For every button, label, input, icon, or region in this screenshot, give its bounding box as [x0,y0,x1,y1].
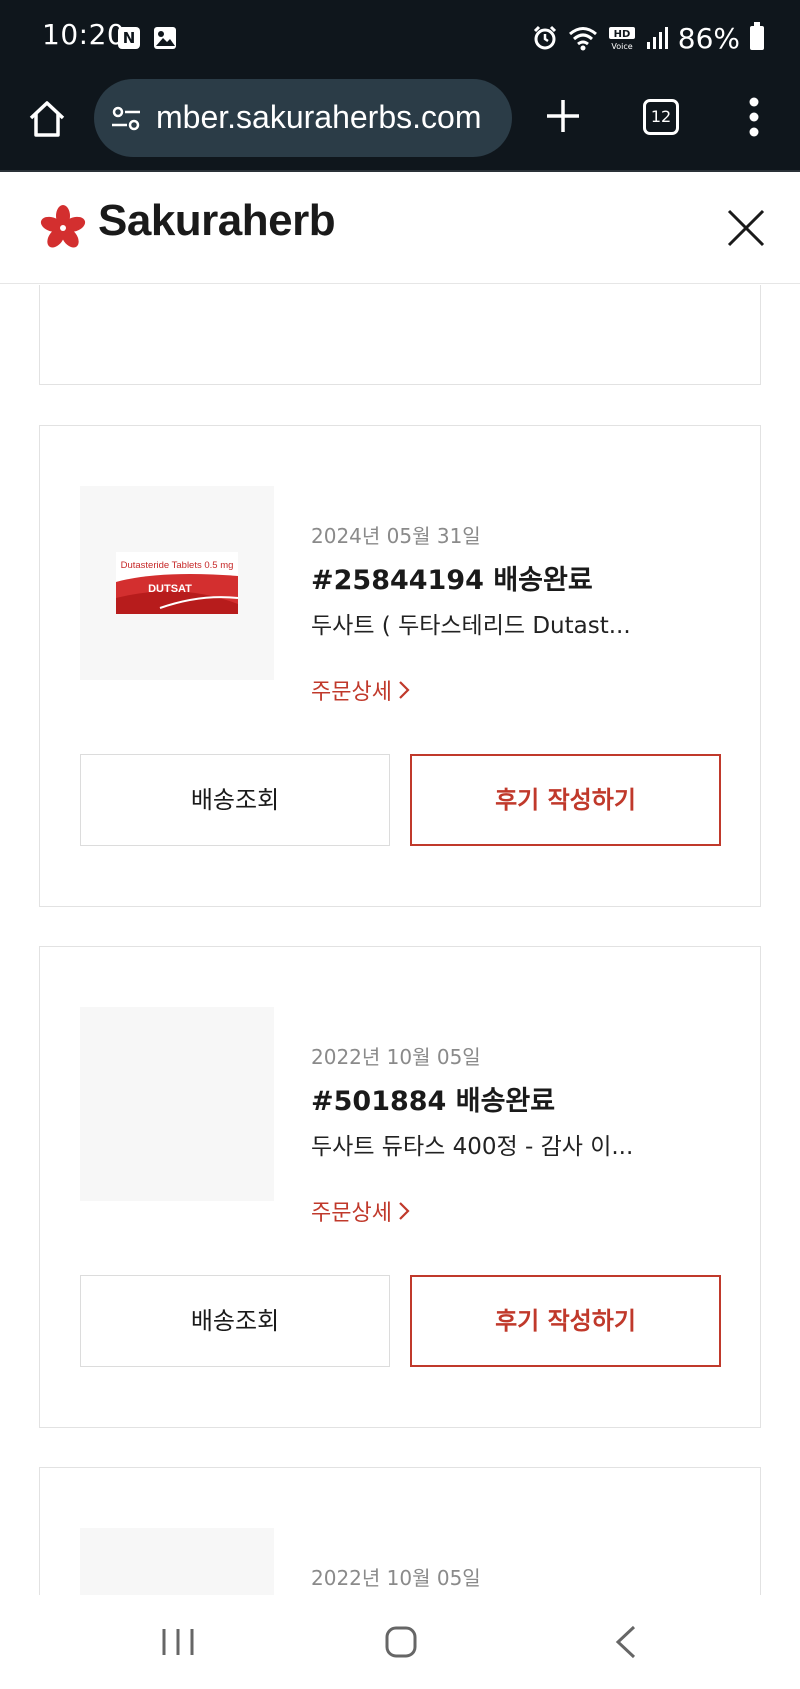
order-date: 2022년 10월 05일 [311,1045,481,1069]
order-card: 2022년 10월 05일 [39,1467,761,1595]
site-settings-icon[interactable] [110,103,142,135]
order-list: Dutasteride Tablets 0.5 mg DUTSAT 2024년 … [0,285,800,1595]
chevron-right-icon [399,1202,410,1220]
order-product-name[interactable]: 두사트 듀타스 400정 - 감사 이... [311,1127,633,1161]
product-thumbnail[interactable] [80,1007,274,1201]
sakura-logo-icon [40,205,86,248]
wifi-icon [568,27,597,51]
home-icon[interactable] [26,98,68,140]
naver-icon: N [118,27,140,49]
site-header: Sakuraherb [0,174,800,284]
product-thumbnail[interactable] [80,1528,274,1595]
more-menu-icon[interactable] [742,94,766,140]
recent-apps-icon[interactable] [160,1626,196,1658]
status-right: HD Voice 86% [532,20,764,56]
home-button-icon[interactable] [383,1624,419,1660]
hd-voice-icon: HD Voice [608,27,635,51]
order-card-partial [39,285,761,385]
order-date: 2024년 05월 31일 [311,524,481,548]
browser-toolbar: mber.sakuraherbs.com 12 [0,76,800,172]
alarm-icon [533,25,556,50]
order-card: Dutasteride Tablets 0.5 mg DUTSAT 2024년 … [39,425,761,907]
order-detail-link[interactable]: 주문상세 [311,674,410,706]
svg-text:Voice: Voice [611,42,632,51]
dutsat-product-image: Dutasteride Tablets 0.5 mg DUTSAT [116,552,239,614]
chevron-right-icon [399,681,410,699]
close-icon[interactable] [726,208,766,248]
address-bar[interactable]: mber.sakuraherbs.com [94,79,512,157]
site-logo-text[interactable]: Sakuraherb [98,196,336,246]
new-tab-icon[interactable] [541,94,585,138]
svg-text:HD: HD [613,29,630,40]
product-thumbnail[interactable]: Dutasteride Tablets 0.5 mg DUTSAT [80,486,274,680]
track-delivery-button[interactable]: 배송조회 [80,1275,390,1367]
order-number-status: #501884 배송완료 [311,1086,556,1117]
product-image-label: Dutasteride Tablets 0.5 mg [121,560,234,571]
track-delivery-button[interactable]: 배송조회 [80,754,390,846]
write-review-button[interactable]: 후기 작성하기 [410,754,721,846]
battery-icon [750,22,764,50]
order-detail-link[interactable]: 주문상세 [311,1195,410,1227]
write-review-button[interactable]: 후기 작성하기 [410,1275,721,1367]
battery-percent: 86% [677,21,740,55]
status-time: 10:20 [42,18,126,51]
url-text[interactable]: mber.sakuraherbs.com [156,99,481,136]
signal-icon [646,27,668,49]
order-detail-label: 주문상세 [311,1201,392,1226]
tab-count: 12 [650,107,672,126]
order-card: 2022년 10월 05일 #501884 배송완료 두사트 듀타스 400정 … [39,946,761,1428]
status-bar: 10:20 N HD Voice 86% [0,0,800,76]
order-date: 2022년 10월 05일 [311,1566,481,1590]
tab-switcher-button[interactable]: 12 [643,99,679,135]
order-number-status: #25844194 배송완료 [311,565,593,596]
system-nav-bar [0,1596,800,1689]
product-image-brand: DUTSAT [148,583,192,595]
back-icon[interactable] [612,1624,638,1660]
image-icon [154,27,176,49]
order-detail-label: 주문상세 [311,680,392,705]
order-product-name[interactable]: 두사트 ( 두타스테리드 Dutast... [311,606,631,640]
